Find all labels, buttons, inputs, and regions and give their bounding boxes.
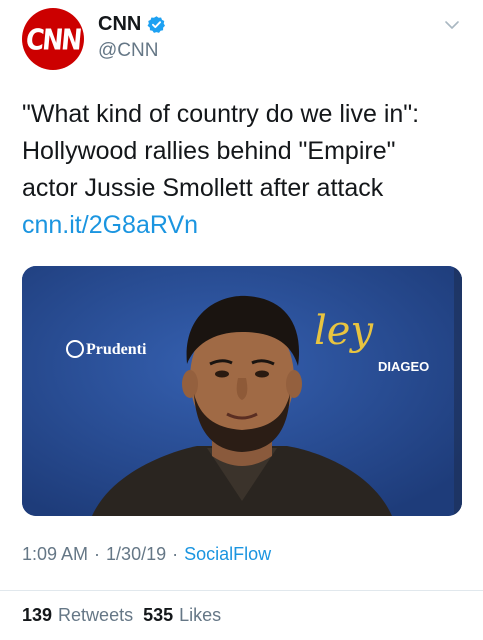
tweet-time[interactable]: 1:09 AM bbox=[22, 544, 88, 565]
tweet-text-line: "What kind of country do we live in": bbox=[22, 100, 420, 128]
separator-dot: · bbox=[172, 544, 179, 564]
avatar-logo-text: CNN bbox=[24, 22, 82, 56]
likes-label: Likes bbox=[179, 605, 222, 625]
verified-badge-icon bbox=[147, 15, 166, 33]
tweet-timestamp: 1:09 AM · 1/30/19 · SocialFlow bbox=[22, 544, 271, 565]
likes-count: 535 bbox=[143, 605, 174, 625]
watermark-strip bbox=[454, 266, 462, 516]
tweet-media-image[interactable]: Prudenti ley DIAGEO bbox=[22, 266, 462, 516]
tweet-date[interactable]: 1/30/19 bbox=[106, 544, 166, 565]
display-name-row: CNN bbox=[98, 12, 166, 36]
tweet-text-line: Hollywood rallies behind "Empire" bbox=[22, 137, 396, 165]
photo-illustration bbox=[22, 266, 462, 516]
prudential-logo-icon bbox=[66, 340, 84, 358]
tweet-header: CNN CNN @CNN bbox=[22, 8, 467, 78]
tweet-source-link[interactable]: SocialFlow bbox=[184, 544, 271, 565]
eye-shape bbox=[215, 370, 229, 378]
retweets-label: Retweets bbox=[58, 605, 134, 625]
ear-shape bbox=[286, 370, 302, 398]
eye-shape bbox=[255, 370, 269, 378]
chevron-down-icon[interactable] bbox=[443, 16, 461, 34]
separator-dot: · bbox=[94, 544, 101, 564]
sponsor-logo-script: ley bbox=[314, 308, 374, 354]
likes-stat[interactable]: 535 Likes bbox=[143, 605, 221, 626]
retweets-stat[interactable]: 139 Retweets bbox=[22, 605, 133, 626]
user-handle[interactable]: @CNN bbox=[98, 40, 166, 62]
sponsor-logo-diageo: DIAGEO bbox=[378, 359, 430, 374]
avatar[interactable]: CNN bbox=[22, 8, 84, 70]
tweet-text-line: actor Jussie Smollett after attack bbox=[22, 174, 384, 202]
display-name[interactable]: CNN bbox=[98, 13, 141, 36]
tweet-link[interactable]: cnn.it/2G8aRVn bbox=[22, 207, 462, 244]
sponsor-logo-prudential: Prudenti bbox=[86, 341, 147, 358]
tweet-text: "What kind of country do we live in": Ho… bbox=[22, 96, 462, 244]
author-info[interactable]: CNN @CNN bbox=[98, 12, 166, 62]
ear-shape bbox=[182, 370, 198, 398]
divider bbox=[0, 590, 483, 591]
tweet-stats: 139 Retweets 535 Likes bbox=[22, 605, 221, 626]
retweets-count: 139 bbox=[22, 605, 53, 625]
